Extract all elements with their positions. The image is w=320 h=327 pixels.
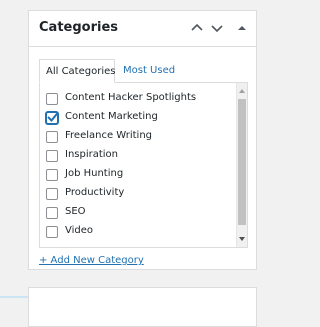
next-panel	[28, 287, 257, 327]
list-item[interactable]: Video	[46, 223, 232, 242]
list-item[interactable]: Content Marketing	[46, 109, 232, 128]
panel-header: Categories	[29, 11, 256, 47]
checkbox-checked[interactable]	[46, 111, 59, 124]
checkmark-icon	[47, 111, 59, 122]
checkbox[interactable]	[46, 93, 58, 105]
list-item[interactable]: SEO	[46, 204, 232, 223]
list-item[interactable]: Inspiration	[46, 147, 232, 166]
scrollbar[interactable]	[236, 83, 247, 247]
tab-all-categories[interactable]: All Categories	[39, 59, 115, 83]
scroll-up-icon[interactable]	[239, 89, 245, 93]
category-label: Job Hunting	[65, 168, 124, 179]
category-label: Content Hacker Spotlights	[65, 92, 197, 103]
category-checklist: Content Hacker Spotlights Content Market…	[39, 82, 248, 248]
category-label: Freelance Writing	[65, 130, 153, 141]
category-label: Video	[65, 225, 94, 236]
checkbox[interactable]	[46, 150, 58, 162]
caret-up-icon[interactable]	[234, 20, 250, 36]
category-label: Inspiration	[65, 149, 119, 160]
list-item[interactable]: Productivity	[46, 185, 232, 204]
list-item[interactable]: Content Hacker Spotlights	[46, 90, 232, 109]
categories-panel: Categories All Categories Most Used Cont…	[28, 10, 257, 270]
checkbox[interactable]	[46, 131, 58, 143]
focus-accent	[0, 296, 28, 298]
checkbox[interactable]	[46, 207, 58, 219]
category-label: SEO	[65, 206, 86, 217]
add-new-category-link[interactable]: + Add New Category	[39, 255, 144, 266]
panel-title: Categories	[39, 20, 119, 35]
checkbox[interactable]	[46, 188, 58, 200]
category-label: Content Marketing	[65, 111, 158, 122]
list-item[interactable]: Freelance Writing	[46, 128, 232, 147]
scroll-thumb[interactable]	[238, 99, 246, 225]
list-item[interactable]: Job Hunting	[46, 166, 232, 185]
chevron-up-icon[interactable]	[189, 20, 205, 36]
category-label: Productivity	[65, 187, 125, 198]
chevron-down-icon[interactable]	[209, 20, 225, 36]
tab-most-used[interactable]: Most Used	[123, 59, 195, 83]
category-list: Content Hacker Spotlights Content Market…	[46, 90, 232, 242]
checkbox[interactable]	[46, 169, 58, 181]
checkbox[interactable]	[46, 226, 58, 238]
scroll-down-icon[interactable]	[239, 237, 245, 241]
